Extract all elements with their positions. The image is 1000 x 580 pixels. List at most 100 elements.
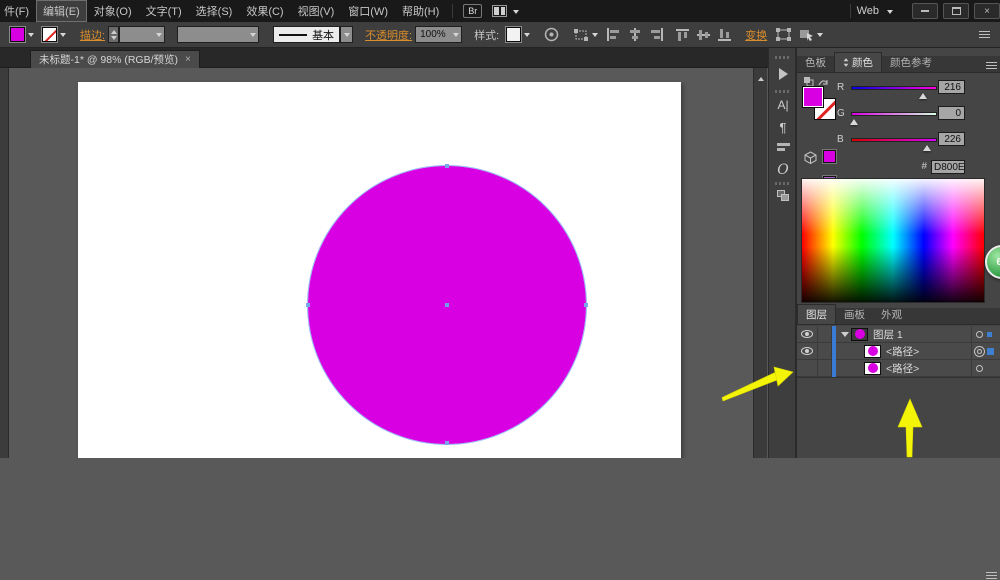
- visibility-toggle[interactable]: [797, 326, 818, 343]
- close-document-icon[interactable]: ×: [185, 54, 191, 65]
- paragraph-panel-button[interactable]: ¶: [769, 120, 797, 135]
- opacity-dropdown[interactable]: 100%: [415, 26, 462, 43]
- channel-slider-g[interactable]: [851, 112, 937, 116]
- lock-toggle[interactable]: [818, 343, 832, 360]
- stroke-weight-stepper[interactable]: [108, 26, 119, 43]
- menu-object[interactable]: 对象(O): [87, 0, 139, 22]
- actions-panel-button[interactable]: [769, 68, 797, 80]
- tab-artboards[interactable]: 画板: [836, 305, 873, 324]
- tab-appearance[interactable]: 外观: [873, 305, 910, 324]
- canvas-area[interactable]: [9, 68, 753, 458]
- tab-swatches[interactable]: 色板: [797, 53, 834, 72]
- layers-panel-menu-button[interactable]: [986, 572, 997, 580]
- paragraph-styles-panel-button[interactable]: [769, 143, 797, 153]
- layer-row[interactable]: 图层 1: [797, 326, 1000, 343]
- recolor-artwork-button[interactable]: [544, 27, 559, 42]
- opentype-panel-button[interactable]: O: [769, 162, 797, 178]
- expand-triangle-icon[interactable]: [841, 332, 849, 341]
- selection-indicator[interactable]: [987, 348, 994, 355]
- stroke-color-control[interactable]: [42, 27, 66, 42]
- lock-toggle[interactable]: [818, 326, 832, 343]
- menu-view[interactable]: 视图(V): [291, 0, 342, 22]
- lock-toggle[interactable]: [818, 360, 832, 377]
- arrange-documents-button[interactable]: [492, 5, 519, 17]
- variable-width-profile-dropdown[interactable]: [177, 26, 259, 43]
- fill-color-control[interactable]: [10, 27, 34, 42]
- opacity-panel-link[interactable]: 不透明度:: [365, 27, 412, 43]
- brush-definition-caret[interactable]: [340, 26, 353, 43]
- dock-grip[interactable]: [769, 90, 797, 93]
- document-tab[interactable]: 未标题-1* @ 98% (RGB/预览) ×: [30, 50, 200, 68]
- anchor-point-bottom[interactable]: [445, 441, 449, 445]
- channel-value-b[interactable]: 226: [938, 132, 965, 146]
- scroll-up-button[interactable]: [754, 71, 768, 83]
- anchor-point-right[interactable]: [584, 303, 588, 307]
- brush-definition-dropdown[interactable]: 基本: [273, 26, 340, 43]
- bridge-button[interactable]: Br: [463, 4, 482, 18]
- tab-layers[interactable]: 图层: [797, 304, 836, 324]
- stroke-panel-link[interactable]: 描边:: [80, 27, 105, 43]
- layer-name[interactable]: 图层 1: [873, 327, 903, 342]
- minimize-button[interactable]: [912, 3, 938, 19]
- channel-value-r[interactable]: 216: [938, 80, 965, 94]
- vertical-scrollbar[interactable]: [753, 68, 767, 458]
- slider-thumb-icon[interactable]: [919, 89, 927, 99]
- visibility-toggle[interactable]: [797, 343, 818, 360]
- web-safe-color-swatch[interactable]: [823, 150, 836, 163]
- hex-value-field[interactable]: D800E2: [931, 160, 965, 174]
- align-horizontal-center-button[interactable]: [628, 28, 642, 41]
- menu-select[interactable]: 选择(S): [189, 0, 240, 22]
- color-spectrum-picker[interactable]: [801, 178, 985, 303]
- anchor-point-top[interactable]: [445, 164, 449, 168]
- align-vertical-center-button[interactable]: [697, 28, 710, 42]
- graphic-style-swatch[interactable]: [506, 27, 521, 42]
- path-thumbnail[interactable]: [864, 345, 881, 358]
- slider-thumb-icon[interactable]: [923, 141, 931, 151]
- visibility-toggle[interactable]: [797, 360, 818, 377]
- isolate-selected-object-dropdown[interactable]: [799, 28, 823, 41]
- color-panel-menu-button[interactable]: [986, 62, 997, 70]
- target-circle-selected[interactable]: [977, 349, 982, 354]
- target-circle[interactable]: [976, 365, 983, 372]
- slider-thumb-icon[interactable]: [850, 115, 858, 125]
- menu-file[interactable]: 件(F): [0, 0, 36, 22]
- path-name[interactable]: <路径>: [886, 361, 919, 376]
- align-top-button[interactable]: [676, 28, 689, 42]
- fill-proxy-swatch[interactable]: [802, 86, 824, 108]
- align-bottom-button[interactable]: [718, 28, 731, 42]
- out-of-web-color-warning-icon[interactable]: [804, 151, 817, 164]
- path-name[interactable]: <路径>: [886, 344, 919, 359]
- menu-effect[interactable]: 效果(C): [239, 0, 290, 22]
- graphic-style-control[interactable]: [506, 27, 530, 42]
- channel-value-g[interactable]: 0: [938, 106, 965, 120]
- anchor-point-left[interactable]: [306, 303, 310, 307]
- target-circle[interactable]: [976, 331, 983, 338]
- menu-type[interactable]: 文字(T): [139, 0, 189, 22]
- menu-help[interactable]: 帮助(H): [395, 0, 446, 22]
- character-panel-button[interactable]: A|: [769, 98, 797, 112]
- dock-grip[interactable]: [769, 182, 797, 185]
- tab-color-guide[interactable]: 颜色参考: [882, 53, 940, 72]
- menu-edit[interactable]: 编辑(E): [36, 0, 87, 22]
- bounding-box-button[interactable]: [776, 28, 791, 41]
- control-panel-menu-button[interactable]: [979, 31, 990, 39]
- fill-color-swatch[interactable]: [10, 27, 25, 42]
- restore-button[interactable]: [943, 3, 969, 19]
- transform-panel-link[interactable]: 变换: [745, 27, 767, 43]
- workspace-switcher[interactable]: Web: [857, 5, 893, 17]
- layer-thumbnail[interactable]: [851, 328, 868, 341]
- stroke-weight-dropdown[interactable]: [119, 26, 165, 43]
- align-right-button[interactable]: [650, 28, 664, 41]
- menu-window[interactable]: 窗口(W): [341, 0, 395, 22]
- layer-row[interactable]: <路径>: [797, 343, 1000, 360]
- layer-row[interactable]: <路径>: [797, 360, 1000, 377]
- tab-color[interactable]: 颜色: [834, 52, 882, 72]
- align-to-selection-dropdown[interactable]: [573, 28, 598, 42]
- stroke-none-swatch[interactable]: [42, 27, 57, 42]
- transparency-panel-button[interactable]: [769, 190, 797, 201]
- close-button[interactable]: ×: [974, 3, 1000, 19]
- dock-grip[interactable]: [769, 56, 797, 59]
- artboard[interactable]: [78, 82, 681, 458]
- align-left-button[interactable]: [606, 28, 620, 41]
- selection-indicator[interactable]: [987, 332, 992, 337]
